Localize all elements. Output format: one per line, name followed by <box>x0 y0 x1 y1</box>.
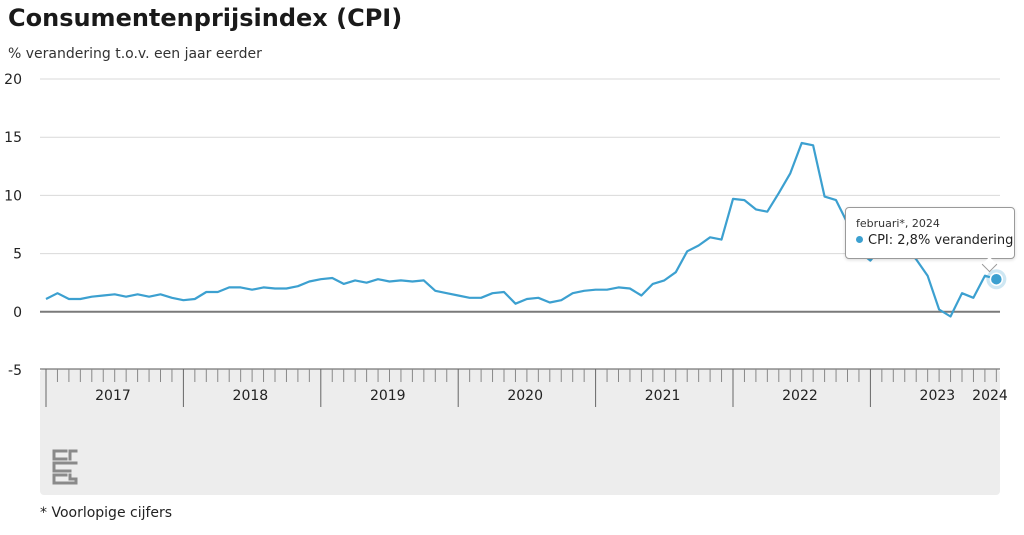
x-tick-label-year: 2022 <box>782 388 818 404</box>
y-tick-label: 5 <box>13 247 22 263</box>
y-tick-label: 15 <box>4 130 22 146</box>
x-tick-label-year: 2024 <box>972 388 1008 404</box>
x-tick-label-year: 2020 <box>507 388 543 404</box>
series-dot-icon <box>856 236 863 243</box>
y-tick-label: 10 <box>4 188 22 204</box>
y-tick-label: -5 <box>8 363 22 379</box>
footnote: * Voorlopige cijfers <box>40 505 173 521</box>
data-tooltip: februari*, 2024 CPI: 2,8% verandering <box>845 207 1015 273</box>
tooltip-date: februari*, 2024 <box>856 217 940 230</box>
x-tick-label-year: 2021 <box>645 388 681 404</box>
x-tick-label-year: 2018 <box>233 388 269 404</box>
x-tick-label-year: 2019 <box>370 388 406 404</box>
highlight-point[interactable] <box>989 272 1004 286</box>
tooltip-value: 2,8% verandering <box>897 233 1014 248</box>
tooltip-value-row: CPI: 2,8% verandering <box>856 233 1013 248</box>
x-tick-label-year: 2023 <box>920 388 956 404</box>
tooltip-series-label: CPI: <box>868 233 894 248</box>
x-tick-label-year: 2017 <box>95 388 131 404</box>
y-tick-label: 20 <box>4 72 22 88</box>
cpi-line-chart: -5 0 5 10 15 20 2017 2018 2019 2020 2021 2022 2023 2… <box>4 72 1008 495</box>
y-tick-label: 0 <box>13 305 22 321</box>
